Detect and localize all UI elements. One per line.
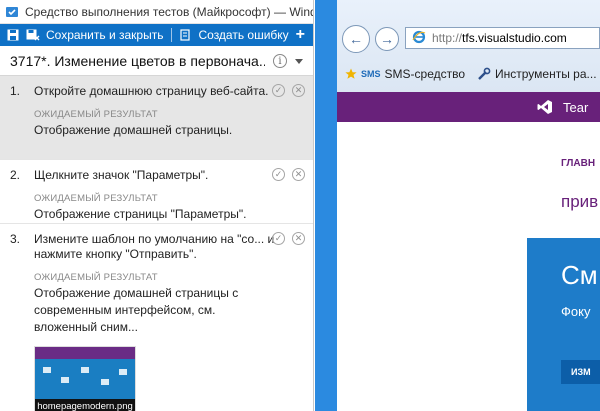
favorite-label: Инструменты ра... <box>495 67 597 81</box>
sms-favicon: SMS <box>361 69 381 79</box>
test-step-1[interactable]: 1. Откройте домашнюю страницу веб-сайта.… <box>0 76 313 160</box>
favorite-label: SMS-средство <box>384 67 466 81</box>
url-scheme: http:// <box>432 31 463 45</box>
vs-site-header: Tear <box>337 92 600 122</box>
expected-result-label: ОЖИДАЕМЫЙ РЕЗУЛЬТАТ <box>34 272 158 283</box>
back-arrow-icon[interactable]: ← <box>342 25 370 53</box>
save-icon[interactable] <box>6 28 20 42</box>
diagram-node <box>119 369 127 375</box>
site-header-title: Tear <box>563 99 589 115</box>
step-number: 2. <box>10 168 21 182</box>
window-title: Средство выполнения тестов (Майкрософт) … <box>25 4 313 19</box>
hero-change-button[interactable]: ИЗМ <box>561 360 600 384</box>
pass-check-icon[interactable]: ✓ <box>272 84 285 97</box>
hero-banner: См Фоку ИЗМ <box>527 238 600 411</box>
browser-frame-edge <box>315 0 337 411</box>
hero-title: См <box>561 260 598 290</box>
test-step-3[interactable]: 3. Измените шаблон по умолчанию на "со..… <box>0 224 313 411</box>
create-bug-button[interactable]: Создать ошибку <box>178 28 289 42</box>
nav-home-link[interactable]: ГЛАВН <box>561 158 595 169</box>
favorite-dev-tools[interactable]: Инструменты ра... <box>477 67 597 81</box>
step-number: 3. <box>10 232 21 246</box>
step-action: Щелкните значок "Параметры". <box>34 168 209 182</box>
test-case-header[interactable]: 3717*. Изменение цветов в первонача... i <box>0 46 313 76</box>
ie-logo-icon <box>412 30 426 47</box>
browser-chrome: ← → http:// tfs.visualstudio.com SMS SMS… <box>337 0 600 92</box>
info-icon[interactable]: i <box>273 54 287 68</box>
forward-arrow-icon[interactable]: → <box>375 27 399 51</box>
chevron-down-icon[interactable] <box>295 59 303 64</box>
star-icon <box>345 68 357 80</box>
toolbar-separator <box>171 28 173 42</box>
test-step-2[interactable]: 2. Щелкните значок "Параметры". ОЖИДАЕМЫ… <box>0 160 313 224</box>
expected-result-text: Отображение страницы "Параметры". <box>34 207 247 221</box>
bug-icon <box>178 28 192 42</box>
visual-studio-logo-icon[interactable] <box>537 99 553 115</box>
step-number: 1. <box>10 84 21 98</box>
expected-result-text: Отображение домашней страницы с современ… <box>34 286 239 334</box>
attachment-thumbnail[interactable]: homepagemodern.png <box>34 346 136 411</box>
diagram-node <box>43 367 51 373</box>
welcome-heading: прив <box>561 192 599 211</box>
step-action: Откройте домашнюю страницу веб-сайта. <box>34 84 269 98</box>
pass-check-icon[interactable]: ✓ <box>272 168 285 181</box>
web-page-content: Tear ГЛАВН прив См Фоку ИЗМ <box>337 92 600 411</box>
browser-window: ← → http:// tfs.visualstudio.com SMS SMS… <box>315 0 600 411</box>
test-runner-window: Средство выполнения тестов (Майкрософт) … <box>0 0 314 411</box>
page-margin <box>337 122 527 411</box>
thumbnail-header-strip <box>35 347 135 359</box>
favorite-sms-tool[interactable]: SMS SMS-средство <box>345 67 465 81</box>
url-domain: tfs.visualstudio.com <box>462 31 567 45</box>
fail-x-icon[interactable]: ✕ <box>292 168 305 181</box>
diagram-node <box>61 377 69 383</box>
expected-result-label: ОЖИДАЕМЫЙ РЕЗУЛЬТАТ <box>34 193 158 204</box>
save-and-close-button[interactable]: Сохранить и закрыть <box>26 28 163 42</box>
runner-title-bar: Средство выполнения тестов (Майкрософт) … <box>0 0 313 24</box>
tools-icon <box>477 67 491 81</box>
pass-check-icon[interactable]: ✓ <box>272 232 285 245</box>
attachment-filename: homepagemodern.png <box>35 399 135 411</box>
diagram-node <box>101 379 109 385</box>
save-and-close-label: Сохранить и закрыть <box>46 28 164 42</box>
expected-result-label: ОЖИДАЕМЫЙ РЕЗУЛЬТАТ <box>34 109 158 120</box>
address-bar[interactable]: http:// tfs.visualstudio.com <box>405 27 600 49</box>
test-runner-app-icon <box>5 5 19 19</box>
fail-x-icon[interactable]: ✕ <box>292 232 305 245</box>
favorites-bar: SMS SMS-средство Инструменты ра... <box>337 60 600 88</box>
diagram-node <box>81 367 89 373</box>
runner-toolbar: Сохранить и закрыть Создать ошибку + <box>0 24 313 46</box>
hero-subtitle: Фоку <box>561 304 591 319</box>
save-close-icon <box>26 28 40 42</box>
thumbnail-diagram <box>35 359 135 399</box>
fail-x-icon[interactable]: ✕ <box>292 84 305 97</box>
step-action: Измените шаблон по умолчанию на "со... и… <box>34 232 275 261</box>
add-icon[interactable]: + <box>296 26 305 44</box>
test-case-title: 3717*. Изменение цветов в первонача... <box>10 52 265 69</box>
create-bug-label: Создать ошибку <box>198 28 289 42</box>
expected-result-text: Отображение домашней страницы. <box>34 123 233 137</box>
